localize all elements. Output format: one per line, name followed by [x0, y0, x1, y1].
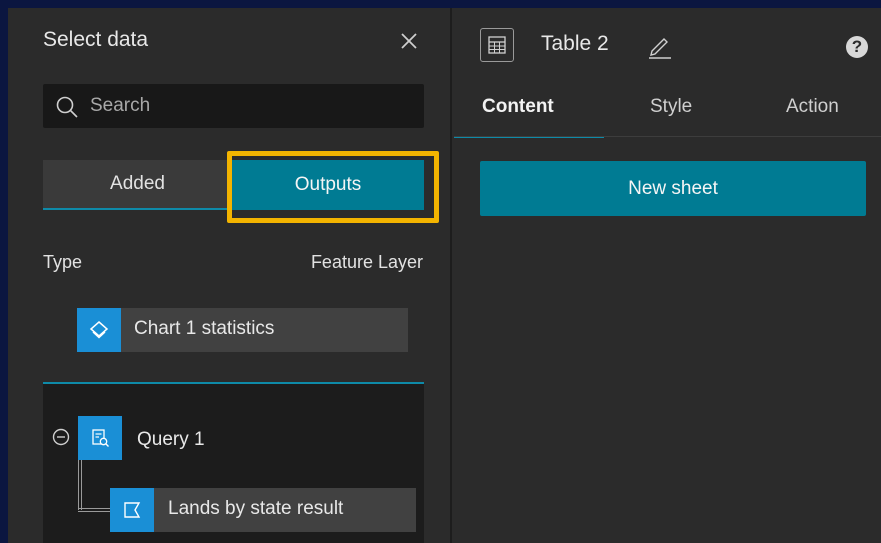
collapse-button[interactable] — [52, 428, 70, 446]
layers-icon — [77, 308, 121, 352]
pencil-icon — [649, 38, 671, 59]
query-icon[interactable] — [78, 416, 122, 460]
data-item-label: Chart 1 statistics — [134, 318, 275, 339]
output-tree: Query 1 Lands by state result — [43, 382, 424, 543]
select-data-panel: Select data Added Outputs Type Feature L… — [8, 8, 452, 543]
tab-outputs[interactable]: Outputs — [232, 160, 424, 210]
polygon-icon — [110, 488, 154, 532]
close-button[interactable] — [394, 26, 424, 56]
data-item-label: Lands by state result — [168, 498, 344, 519]
app-frame: Select data Added Outputs Type Feature L… — [8, 8, 881, 543]
type-label: Type — [43, 252, 83, 272]
edit-title-button[interactable] — [646, 32, 674, 65]
tab-added[interactable]: Added — [43, 160, 232, 210]
tabs-divider — [454, 136, 881, 137]
query-label[interactable]: Query 1 — [137, 429, 205, 451]
search-icon — [56, 96, 78, 118]
data-item-chart-statistics[interactable]: Chart 1 statistics — [77, 308, 408, 352]
table-icon — [480, 28, 514, 62]
close-icon — [401, 33, 417, 49]
source-tabs: Added Outputs — [43, 160, 424, 210]
tab-action[interactable]: Action — [786, 96, 839, 138]
widget-settings-panel: Table 2 ? Content Style Action New sheet — [454, 8, 881, 543]
tree-connector — [78, 460, 82, 510]
type-value: Feature Layer — [310, 252, 423, 272]
help-icon[interactable]: ? — [846, 36, 868, 58]
search-box[interactable] — [43, 84, 424, 128]
tab-style[interactable]: Style — [650, 96, 692, 138]
data-item-lands-by-state-result[interactable]: Lands by state result — [110, 488, 416, 532]
minus-circle-icon — [52, 428, 70, 446]
widget-title: Table 2 — [541, 32, 609, 55]
tree-connector — [78, 508, 110, 512]
panel-title: Select data — [43, 28, 149, 51]
tab-content[interactable]: Content — [454, 96, 604, 138]
search-input[interactable] — [90, 84, 410, 128]
new-sheet-button[interactable]: New sheet — [480, 161, 866, 216]
